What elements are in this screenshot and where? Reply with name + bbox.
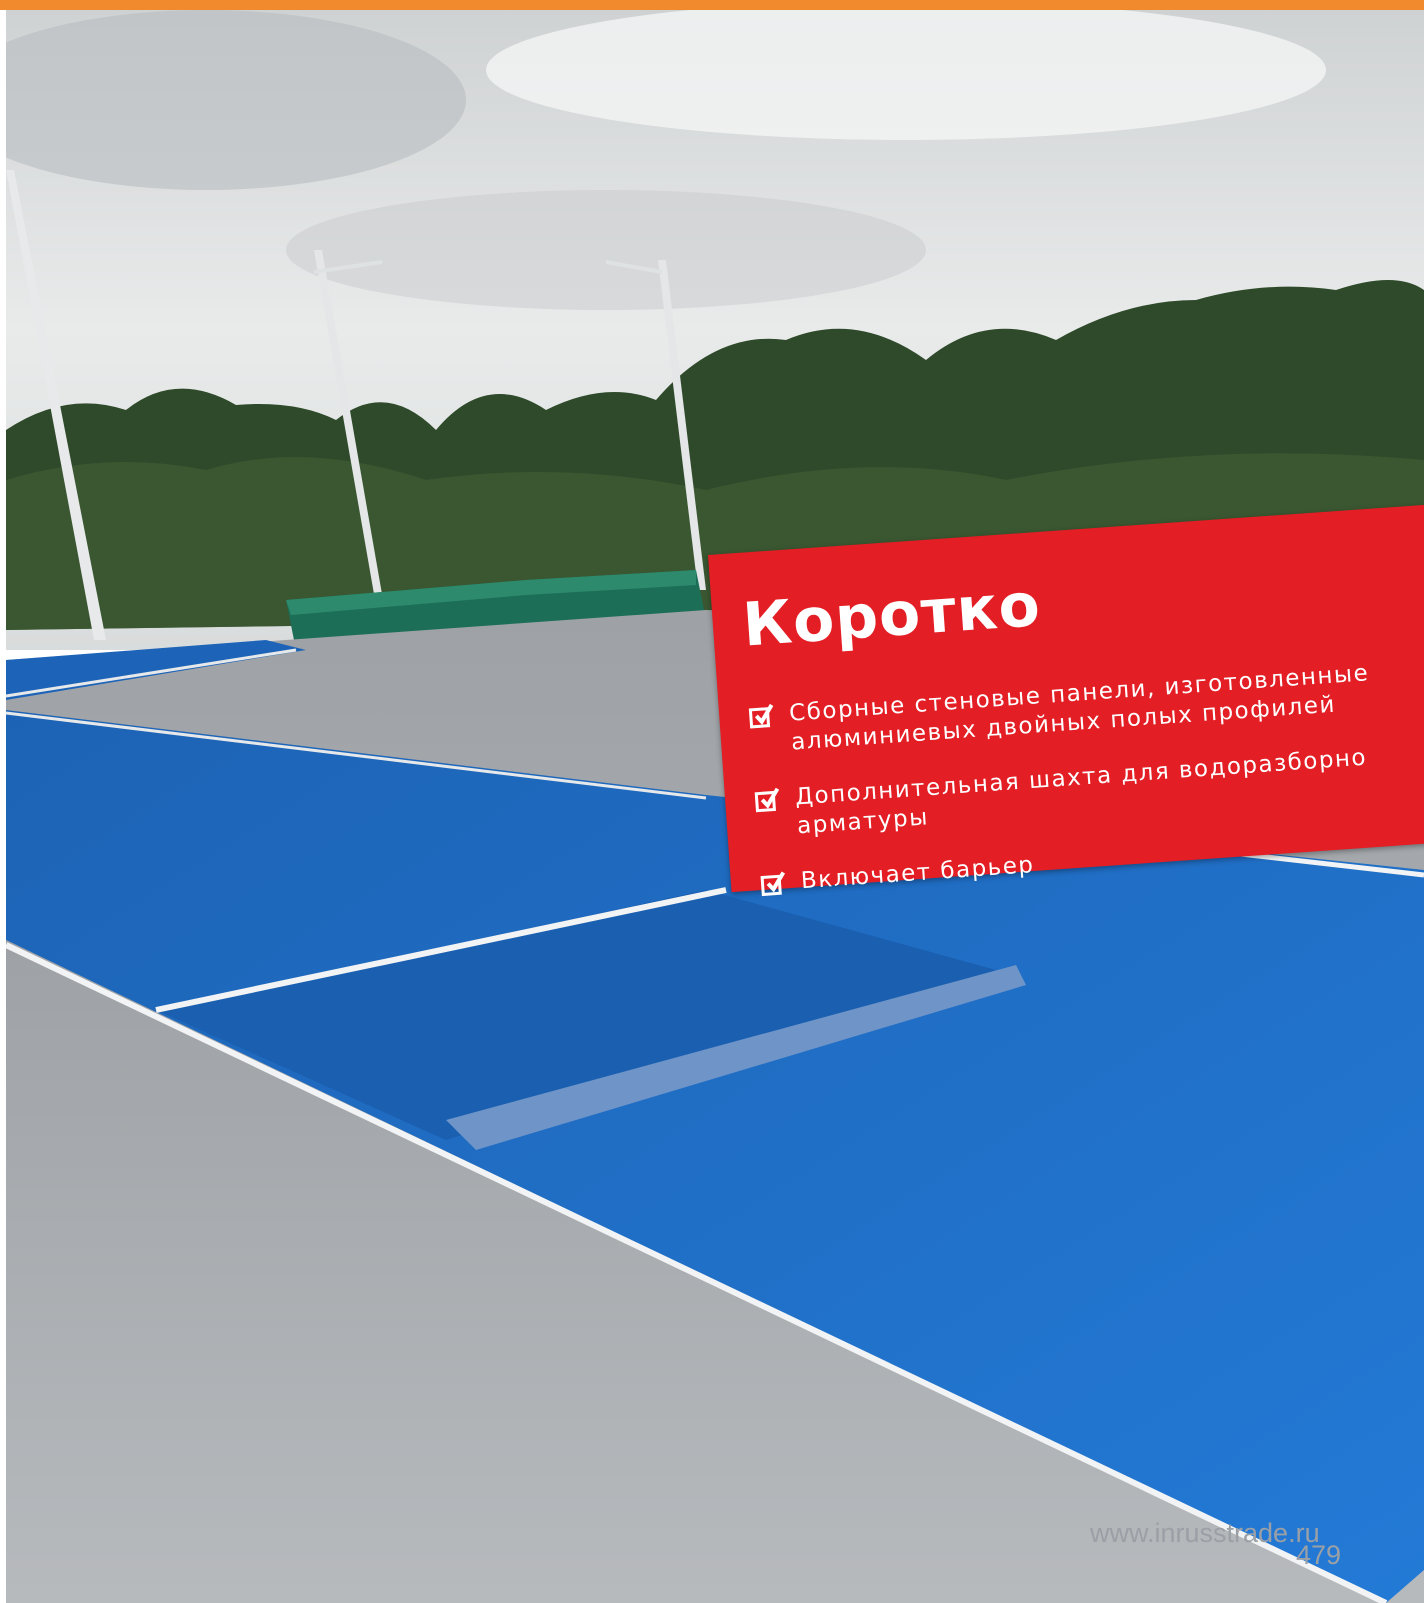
bullet-line: арматуры	[796, 804, 930, 840]
top-accent-bar	[0, 0, 1424, 10]
card-title: Коротко	[740, 570, 1043, 661]
bullet-line: Дополнительная шахта для водоразборно	[794, 744, 1368, 811]
summary-card: Коротко Сборные стеновые панели, изготов…	[708, 501, 1424, 897]
feature-list: Сборные стеновые панели, изготовленные а…	[748, 659, 1383, 925]
list-item: Сборные стеновые панели, изготовленные а…	[748, 659, 1372, 760]
checkbox-checked-icon	[748, 703, 774, 729]
page-number: 479	[1296, 1540, 1342, 1570]
checkbox-checked-icon	[754, 787, 780, 813]
website-watermark: www.inrusstrade.ru	[1090, 1518, 1320, 1548]
checkbox-checked-icon	[760, 871, 786, 897]
list-item: Включает барьер	[760, 827, 1382, 899]
list-item: Дополнительная шахта для водоразборно ар…	[754, 743, 1378, 844]
bullet-line: Включает барьер	[800, 852, 1036, 895]
catalog-page: Коротко Сборные стеновые панели, изготов…	[0, 0, 1424, 1603]
